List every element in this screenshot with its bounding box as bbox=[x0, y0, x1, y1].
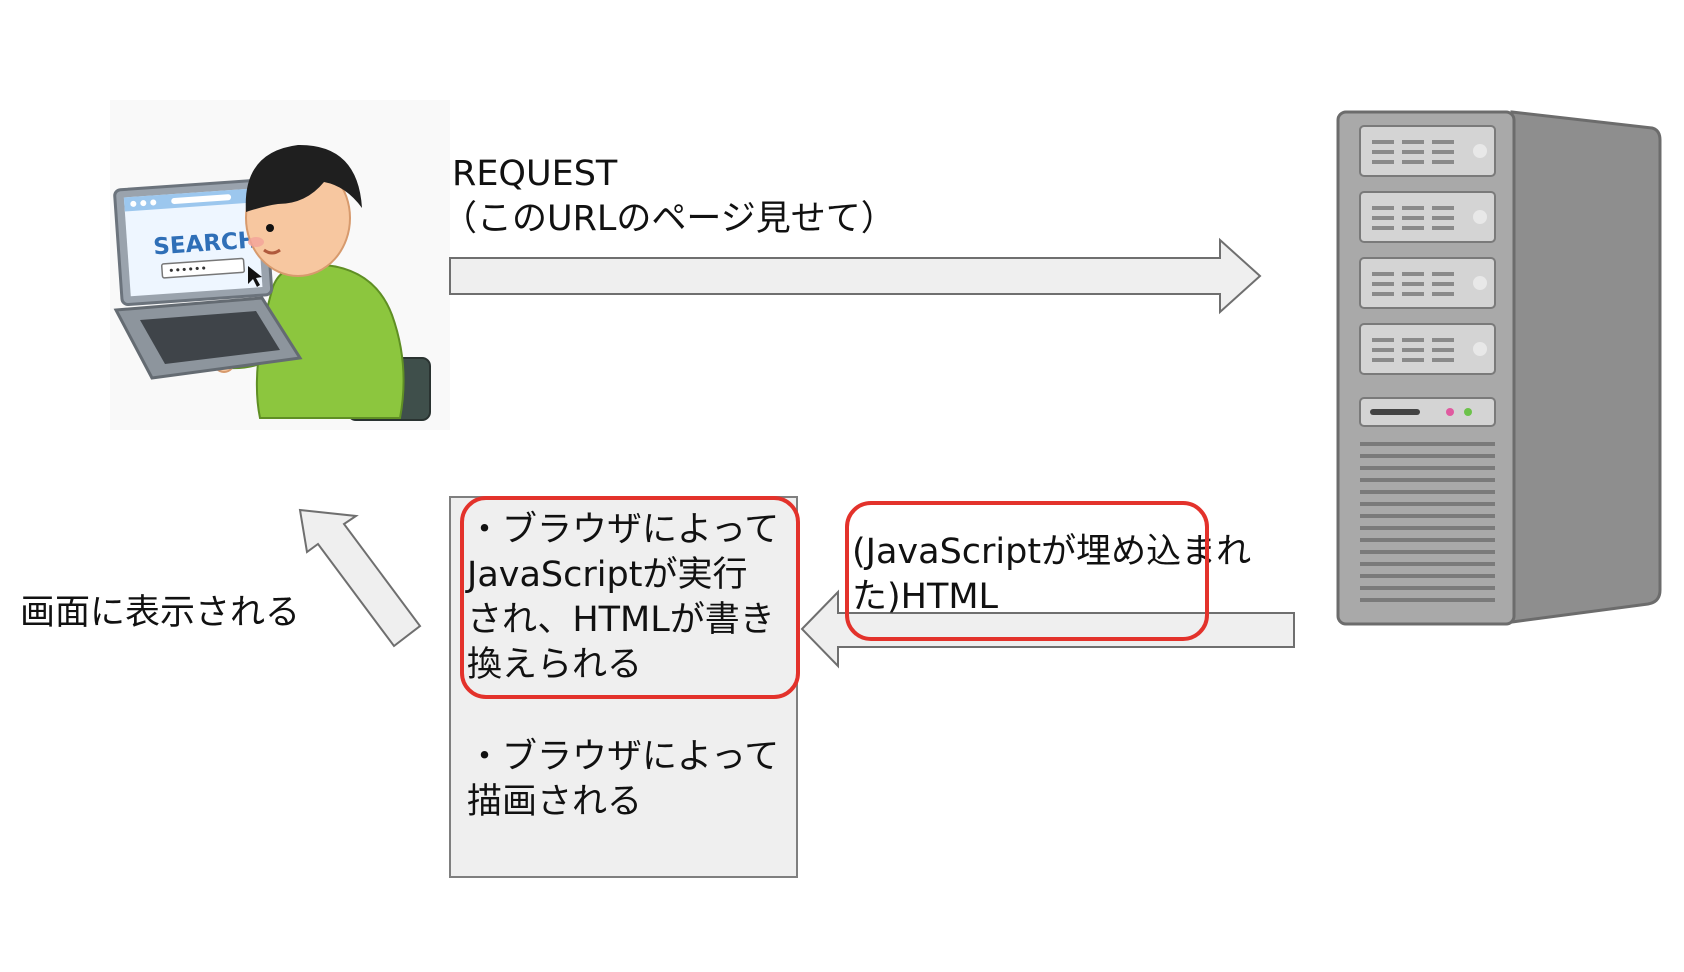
server-illustration bbox=[1336, 110, 1662, 626]
display-label: 画面に表示される bbox=[20, 593, 301, 633]
request-title: REQUEST bbox=[452, 154, 618, 194]
request-arrow bbox=[449, 237, 1262, 315]
response-highlight bbox=[845, 501, 1209, 641]
request-description: （このURLのページ見せて） bbox=[442, 199, 896, 239]
browser-step-highlight bbox=[460, 496, 800, 699]
browser-step-render: ・ブラウザによって 描画される bbox=[467, 737, 780, 822]
display-arrow bbox=[298, 508, 422, 648]
user-with-laptop-illustration: SEARCH •••••• bbox=[110, 100, 450, 430]
laptop-search-value: •••••• bbox=[168, 262, 208, 278]
